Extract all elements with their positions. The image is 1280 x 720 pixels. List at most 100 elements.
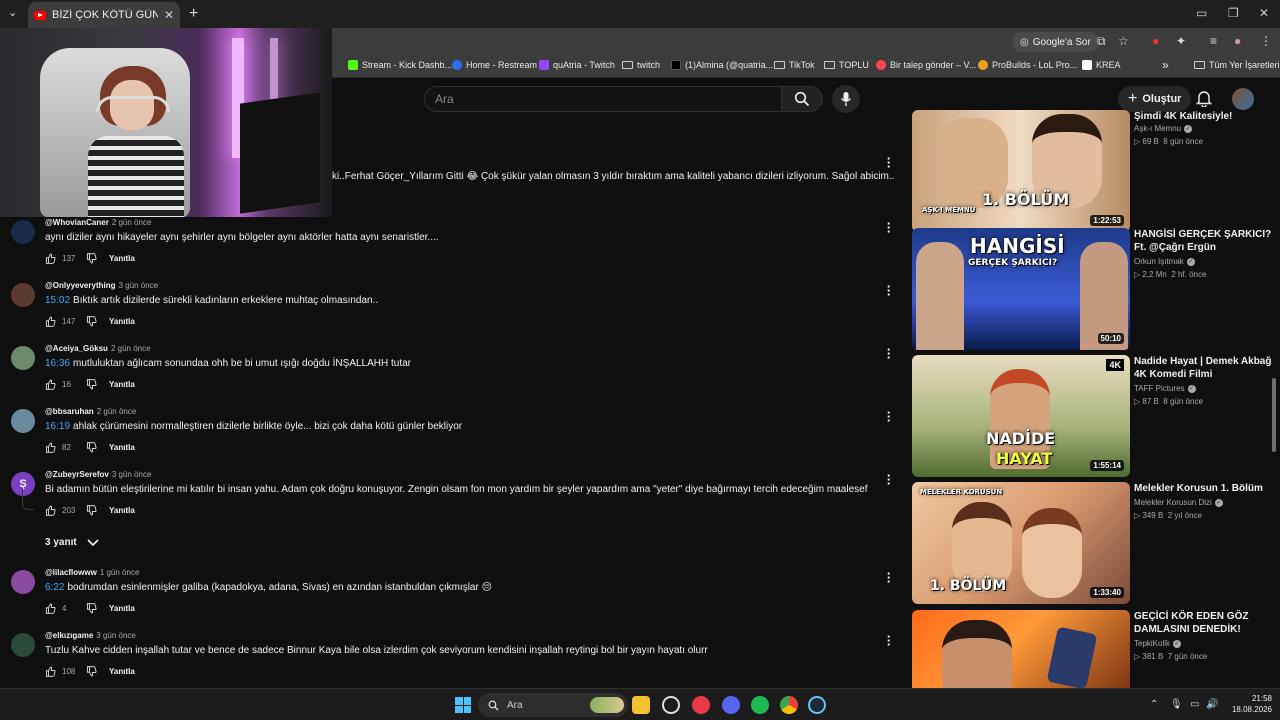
extension-red-icon[interactable]: ●: [1152, 34, 1159, 48]
comment-menu-icon[interactable]: · · ·: [884, 343, 894, 364]
channel-name[interactable]: Aşk-ı Memnu ✓: [1134, 124, 1193, 133]
related-video-item[interactable]: AŞK-I MEMNU 1. BÖLÜM 1:22:53 Şimdi 4K Ka…: [912, 110, 1280, 234]
comment-timestamp-link[interactable]: 15:02: [45, 295, 70, 306]
account-avatar[interactable]: [1232, 88, 1254, 110]
network-icon[interactable]: ▭: [1190, 699, 1199, 710]
microphone-tray-icon[interactable]: 🎙: [1170, 699, 1183, 710]
profile-icon[interactable]: ●: [1234, 34, 1241, 48]
comment-author[interactable]: @WhovianCaner: [45, 218, 109, 227]
video-title[interactable]: Şimdi 4K Kalitesiyle!: [1134, 110, 1274, 123]
comment-author[interactable]: @ZubeyrSerefov: [45, 470, 109, 479]
video-thumbnail[interactable]: AŞK-I MEMNU 1. BÖLÜM 1:22:53: [912, 110, 1130, 232]
reply-button[interactable]: Yanıtla: [109, 604, 135, 613]
like-button[interactable]: [45, 603, 56, 614]
video-thumbnail[interactable]: HANGİSİ GERÇEK ŞARKICI? 50:10: [912, 228, 1130, 350]
video-thumbnail[interactable]: MELEKLER KORUSUN 1. BÖLÜM 1:33:40: [912, 482, 1130, 604]
create-button[interactable]: + Oluştur: [1118, 86, 1192, 112]
close-window-icon[interactable]: ✕: [1259, 6, 1269, 20]
tab-search-icon[interactable]: ⌄: [8, 6, 17, 19]
bookmark-item[interactable]: Stream - Kick Dashb...: [348, 60, 452, 70]
tab-close-icon[interactable]: ✕: [164, 8, 174, 22]
comment-author[interactable]: @lilacflowww: [45, 568, 97, 577]
windows-start-icon[interactable]: [455, 697, 471, 713]
like-button[interactable]: [45, 442, 56, 453]
video-title[interactable]: HANGİSİ GERÇEK ŞARKICI? Ft. @Çağrı Ergün: [1134, 228, 1274, 254]
comment-date[interactable]: 3 gün önce: [112, 470, 152, 479]
channel-name[interactable]: Orkun Işıtmak ✓: [1134, 257, 1195, 266]
comment-date[interactable]: 2 gün önce: [111, 344, 151, 353]
comment-menu-icon[interactable]: · · ·: [884, 567, 894, 588]
bookmarks-overflow-icon[interactable]: »: [1162, 58, 1169, 72]
replies-toggle-button[interactable]: 3 yanıt: [45, 537, 99, 548]
dislike-button[interactable]: [86, 253, 97, 264]
page-scrollbar[interactable]: [1272, 378, 1276, 452]
channel-name[interactable]: TepkiKolik ✓: [1134, 639, 1182, 648]
video-title[interactable]: Melekler Korusun 1. Bölüm: [1134, 482, 1274, 495]
taskbar-search[interactable]: Ara: [478, 693, 628, 717]
like-button[interactable]: [45, 316, 56, 327]
comment-menu-icon[interactable]: · · ·: [884, 280, 894, 301]
minimize-icon[interactable]: ▭: [1196, 6, 1207, 20]
bookmark-star-icon[interactable]: ☆: [1118, 34, 1129, 48]
comment-timestamp-link[interactable]: 6:22: [45, 582, 64, 593]
bookmark-item[interactable]: Home - Restream: [452, 60, 537, 70]
comment-date[interactable]: 2 gün önce: [112, 218, 152, 227]
comment-menu-icon[interactable]: · · ·: [884, 217, 894, 238]
comment-author[interactable]: @elkızıgame: [45, 631, 93, 640]
video-thumbnail[interactable]: NADİDE HAYAT 4K 1:55:14: [912, 355, 1130, 477]
comment-date[interactable]: 3 gün önce: [119, 281, 159, 290]
comment-date[interactable]: 1 gün önce: [100, 568, 140, 577]
avatar[interactable]: [11, 570, 35, 594]
all-bookmarks-folder[interactable]: Tüm Yer İşaretleri: [1194, 60, 1280, 70]
comment-timestamp-link[interactable]: 16:36: [45, 358, 70, 369]
like-button[interactable]: [45, 379, 56, 390]
bookmark-item[interactable]: ProBuilds - LoL Pro...: [978, 60, 1077, 70]
install-app-icon[interactable]: ⧉: [1097, 34, 1106, 49]
reply-button[interactable]: Yanıtla: [109, 380, 135, 389]
avatar[interactable]: [11, 220, 35, 244]
new-tab-button[interactable]: +: [189, 5, 198, 23]
video-title[interactable]: GEÇİCİ KÖR EDEN GÖZ DAMLASINI DENEDİK!: [1134, 610, 1274, 636]
tray-overflow-icon[interactable]: ⌃: [1150, 699, 1158, 710]
dislike-button[interactable]: [86, 505, 97, 516]
dislike-button[interactable]: [86, 316, 97, 327]
chrome-icon[interactable]: [780, 696, 798, 714]
restore-icon[interactable]: ❐: [1228, 6, 1239, 20]
media-controls-icon[interactable]: ≡: [1210, 34, 1217, 48]
discord-icon[interactable]: [722, 696, 740, 714]
reply-button[interactable]: Yanıtla: [109, 317, 135, 326]
dislike-button[interactable]: [86, 379, 97, 390]
comment-menu-icon[interactable]: · · ·: [884, 630, 894, 651]
notifications-bell-icon[interactable]: [1196, 89, 1212, 107]
related-video-item[interactable]: MELEKLER KORUSUN 1. BÖLÜM 1:33:40 Melekl…: [912, 482, 1280, 606]
reply-button[interactable]: Yanıtla: [109, 667, 135, 676]
comment-timestamp-link[interactable]: 16:19: [45, 421, 70, 432]
google-lens-button[interactable]: ◎ Google'a Sor: [1012, 32, 1099, 52]
comment-date[interactable]: 2 gün önce: [97, 407, 137, 416]
bookmark-item[interactable]: Bir talep gönder – V...: [876, 60, 976, 70]
voice-search-button[interactable]: [832, 85, 860, 113]
comment-menu-icon[interactable]: · · ·: [884, 469, 894, 490]
like-button[interactable]: [45, 666, 56, 677]
bookmark-item[interactable]: quAtria - Twitch: [539, 60, 615, 70]
taskbar-clock[interactable]: 21:58 18.08.2026: [1226, 693, 1272, 715]
dislike-button[interactable]: [86, 666, 97, 677]
search-input[interactable]: Ara: [424, 86, 782, 112]
like-button[interactable]: [45, 253, 56, 264]
avatar[interactable]: [11, 633, 35, 657]
avatar[interactable]: [11, 346, 35, 370]
browser-tab-active[interactable]: BİZİ ÇOK KÖTÜ GÜNLER BEKLİYOR ✕: [28, 2, 180, 28]
comment-author[interactable]: @Onlyyeverything: [45, 281, 116, 290]
extensions-puzzle-icon[interactable]: ✦: [1176, 34, 1186, 48]
comment-date[interactable]: 3 gün önce: [96, 631, 136, 640]
like-button[interactable]: [45, 505, 56, 516]
bookmark-folder[interactable]: TOPLU: [824, 60, 869, 70]
bookmark-folder[interactable]: TikTok: [774, 60, 815, 70]
avatar[interactable]: [11, 409, 35, 433]
comment-author[interactable]: @bbsaruhan: [45, 407, 94, 416]
comment-menu-icon[interactable]: · · ·: [884, 406, 894, 427]
channel-name[interactable]: Melekler Korusun Dizi ✓: [1134, 498, 1223, 507]
file-explorer-icon[interactable]: [632, 696, 650, 714]
reply-button[interactable]: Yanıtla: [109, 443, 135, 452]
app-icon[interactable]: [662, 696, 680, 714]
